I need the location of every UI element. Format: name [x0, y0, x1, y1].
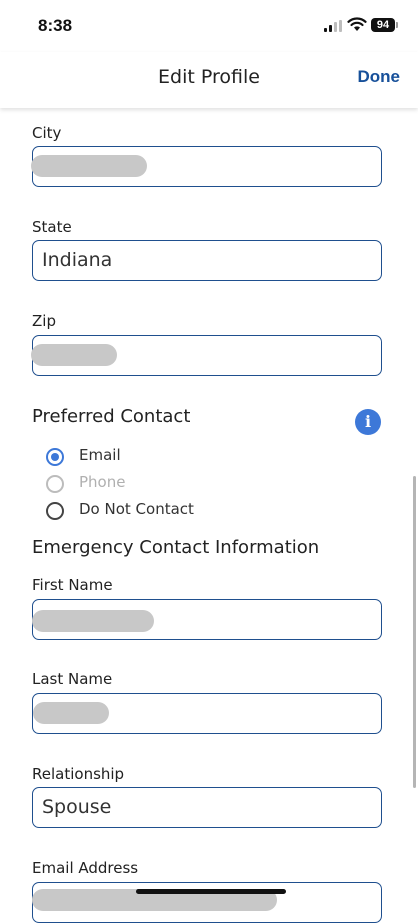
relationship-field[interactable]: Spouse: [32, 787, 382, 828]
relationship-value: Spouse: [42, 796, 112, 818]
last-name-label: Last Name: [32, 670, 113, 688]
page-title: Edit Profile: [158, 66, 260, 88]
scroll-indicator[interactable]: [413, 476, 416, 788]
battery-icon: 94: [371, 18, 398, 32]
last-name-field[interactable]: [32, 693, 382, 734]
signal-icon: [324, 20, 344, 32]
done-button[interactable]: Done: [358, 67, 401, 87]
email-address-label: Email Address: [32, 859, 139, 877]
zip-field[interactable]: [31, 335, 382, 376]
info-icon[interactable]: i: [355, 409, 381, 435]
status-time: 8:38: [38, 16, 73, 35]
state-field[interactable]: Indiana: [32, 240, 382, 281]
preferred-contact-title: Preferred Contact: [32, 406, 191, 427]
radio-label: Do Not Contact: [79, 500, 194, 518]
city-label: City: [32, 124, 62, 142]
first-name-field[interactable]: [32, 599, 382, 640]
redacted-value: [31, 344, 117, 366]
radio-unselected-icon: [46, 502, 64, 520]
nav-bar: Edit Profile Done: [0, 52, 418, 108]
emergency-contact-title: Emergency Contact Information: [32, 537, 320, 558]
city-field[interactable]: [31, 146, 382, 187]
radio-disabled-icon: [46, 475, 64, 493]
redacted-value: [32, 610, 154, 632]
zip-label: Zip: [32, 312, 56, 330]
home-indicator[interactable]: [136, 889, 286, 894]
wifi-icon: [347, 17, 367, 31]
redacted-value: [31, 155, 147, 177]
radio-label: Email: [79, 446, 121, 464]
relationship-label: Relationship: [32, 765, 125, 783]
status-bar: 8:38 94: [0, 0, 418, 52]
state-label: State: [32, 218, 72, 236]
redacted-value: [33, 702, 109, 724]
radio-label: Phone: [79, 473, 126, 491]
state-value: Indiana: [42, 249, 113, 271]
first-name-label: First Name: [32, 576, 113, 594]
radio-selected-icon: [46, 448, 64, 466]
